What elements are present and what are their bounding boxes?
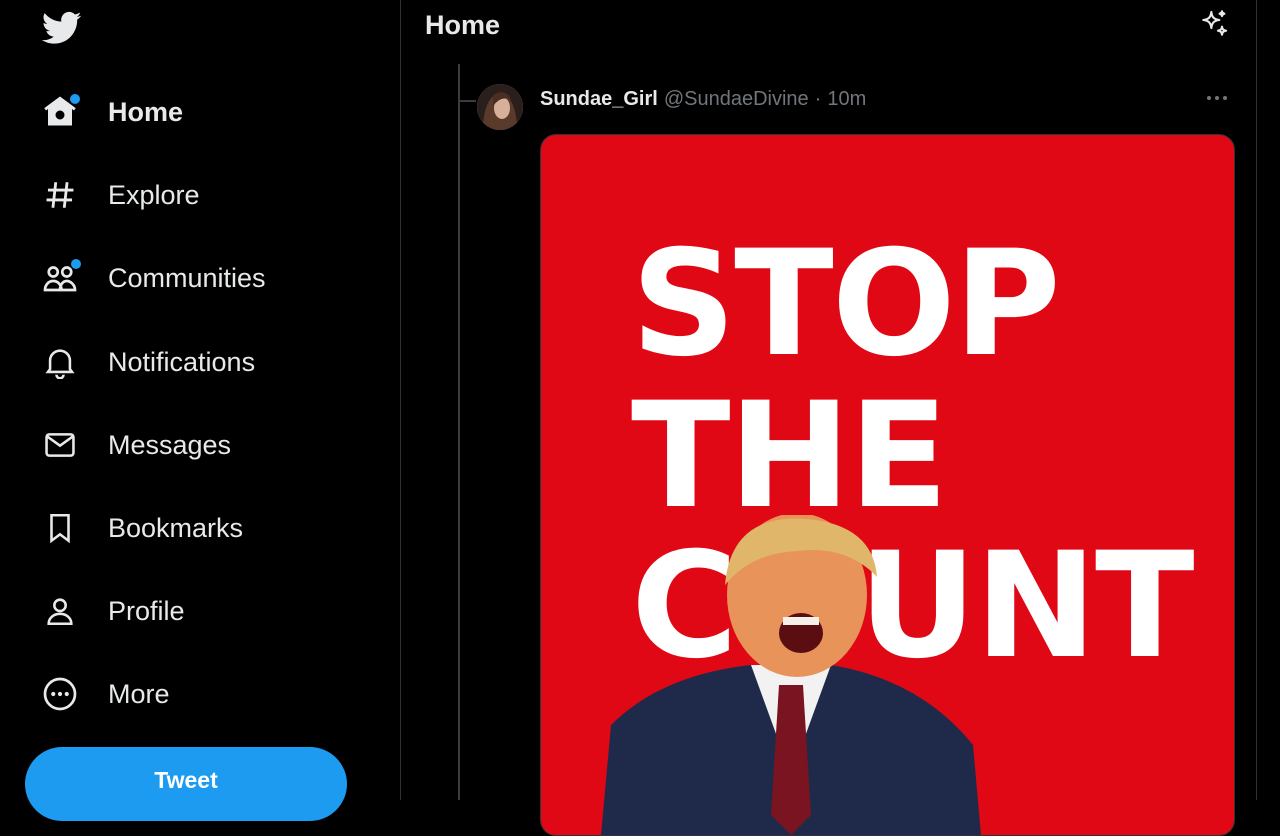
media-text-line: STOP (631, 219, 1061, 389)
nav-item-bookmarks[interactable]: Bookmarks (38, 500, 243, 556)
nav-label-home: Home (108, 96, 184, 127)
avatar[interactable] (477, 84, 523, 130)
nav-label-profile: Profile (108, 595, 185, 626)
nav-label-more: More (108, 678, 170, 709)
media-text-line: THE (631, 371, 949, 541)
nav-item-communities[interactable]: Communities (38, 250, 266, 306)
nav-item-explore[interactable]: Explore (38, 167, 200, 223)
twitter-bird-logo-icon[interactable] (40, 8, 84, 48)
bell-icon (38, 340, 82, 384)
nav-label-communities: Communities (108, 262, 266, 293)
communities-icon (38, 256, 82, 300)
nav-item-notifications[interactable]: Notifications (38, 334, 255, 390)
nav-label-bookmarks: Bookmarks (108, 512, 244, 543)
person-icon (38, 589, 82, 633)
tweet-separator: · (814, 88, 822, 110)
tweet-button[interactable]: Tweet (25, 747, 347, 821)
nav-item-messages[interactable]: Messages (38, 417, 231, 473)
thread-connector-branch (458, 100, 476, 102)
nav-item-more[interactable]: More (38, 666, 170, 722)
sidebar: Home Explore Communities Notifications M… (0, 0, 400, 821)
tweet-timestamp[interactable]: 10m (827, 88, 866, 111)
bookmark-icon (38, 506, 82, 550)
hashtag-icon (38, 173, 82, 217)
notification-dot (71, 259, 81, 269)
tweet-header: Sundae_Girl @SundaeDivine · 10m (540, 88, 866, 111)
thread-connector-line (458, 64, 460, 800)
nav-label-notifications: Notifications (108, 346, 256, 377)
nav-label-explore: Explore (108, 179, 200, 210)
tweet-author-name[interactable]: Sundae_Girl (540, 88, 658, 111)
person-cutout-illustration (601, 515, 981, 835)
home-icon (38, 90, 82, 134)
nav-item-home[interactable]: Home (38, 84, 183, 140)
notification-dot (70, 94, 80, 104)
envelope-icon (38, 423, 82, 467)
more-circle-icon (38, 672, 82, 716)
sparkle-icon[interactable] (1198, 8, 1230, 40)
page-title: Home (425, 10, 501, 40)
nav-item-profile[interactable]: Profile (38, 583, 185, 639)
nav-label-messages: Messages (108, 429, 232, 460)
home-timeline: Home Sundae_Girl @SundaeDivine · 10m STO… (400, 0, 1257, 836)
timeline-header: Home (401, 0, 1256, 66)
tweet-media-image[interactable]: STOP THE COUNT (540, 134, 1235, 836)
tweet-author-handle[interactable]: @SundaeDivine (664, 88, 809, 111)
more-options-icon[interactable] (1204, 88, 1230, 108)
